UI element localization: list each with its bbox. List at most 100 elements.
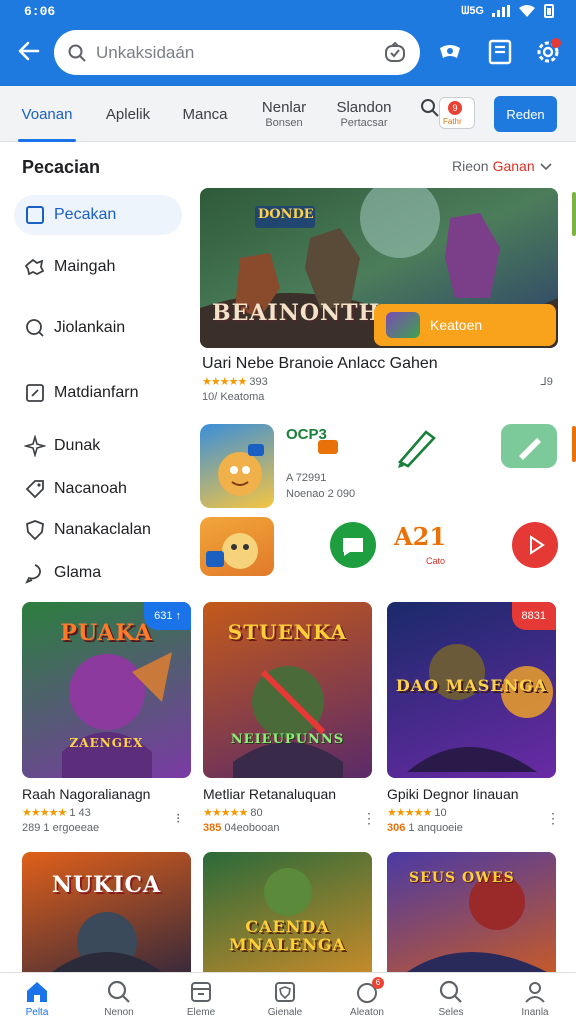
tab-nenlar[interactable]: Nenlar Bonsen — [258, 86, 310, 142]
mid-label-b: Noenao 2 090 — [286, 488, 356, 500]
game-card-2[interactable]: STUENKA NEIEUPUNNS — [203, 602, 372, 778]
tab-aplelik[interactable]: Aplelik — [104, 86, 152, 142]
profile-icon — [525, 982, 545, 1003]
sidebar-item-nanakaclalan[interactable]: Nanakaclalan — [14, 510, 182, 550]
home-icon — [27, 982, 47, 1002]
play-app-button[interactable] — [512, 522, 558, 568]
filter-dropdown[interactable]: Rieon Ganan — [452, 158, 553, 174]
sidebar-item-jiolankain[interactable]: Jiolankain — [14, 308, 182, 348]
tab-voanan[interactable]: Voanan — [18, 86, 76, 142]
notification-count: 9 — [448, 101, 462, 115]
shield-badge-icon — [275, 982, 295, 1002]
featured-more: ᒧ9 — [540, 376, 553, 388]
game-card-art — [264, 868, 312, 916]
edit-square-icon — [26, 384, 44, 402]
check-badge-icon[interactable] — [384, 42, 406, 64]
game-card-1-title[interactable]: Raah Nagoralianagn — [22, 786, 150, 802]
search-bar[interactable] — [54, 30, 420, 75]
game-controller-icon[interactable] — [436, 38, 464, 66]
green-app-button[interactable] — [330, 522, 376, 568]
game-card-6[interactable]: SEUS OWES — [387, 852, 556, 972]
featured-cta-button[interactable]: Keatoen — [374, 304, 556, 346]
card-badge: 8831 — [511, 602, 556, 630]
tab-manca[interactable]: Manca — [178, 86, 232, 142]
app-icon-cartoon-1[interactable] — [200, 424, 274, 508]
play-icon — [530, 535, 545, 555]
game-card-3-sub: 306 1 anquoeie — [387, 822, 463, 834]
tab-search-icon[interactable] — [420, 98, 440, 118]
game-card-2-sub: 385 04eobooan — [203, 822, 280, 834]
pen-draw-icon[interactable] — [396, 426, 442, 468]
game-card-1[interactable]: PUAKA ZAENGEX 631 ↑ — [22, 602, 191, 778]
game-card-3[interactable]: DAO MASENGA 8831 — [387, 602, 556, 778]
tab-slandon[interactable]: Slandon Pertacsar — [332, 86, 396, 142]
game-card-1-sub: 289 1 ergoeeae — [22, 822, 100, 834]
sidebar-item-nacanoah[interactable]: Nacanoah — [14, 469, 182, 509]
battery-icon — [544, 4, 554, 18]
next-banner-peek — [572, 192, 576, 236]
status-time: 6:06 — [24, 4, 56, 19]
card-badge: 631 ↑ — [144, 602, 191, 630]
nav-item-nenon[interactable]: Nenon — [84, 979, 154, 1018]
featured-art-title: BEAINONTH — [212, 300, 381, 326]
featured-subtitle: 10/ Keatoma — [202, 391, 265, 403]
game-card-art — [52, 912, 162, 972]
game-card-3-more-icon[interactable]: ⋮ — [546, 810, 560, 827]
network-label: ᗯ5G — [461, 4, 484, 17]
nav-item-gienale[interactable]: Gienale — [250, 979, 320, 1018]
game-card-4[interactable]: NUKICA — [22, 852, 191, 972]
nav-item-aleaton[interactable]: 6 Aleaton — [332, 977, 402, 1018]
featured-cta-thumbnail — [386, 312, 420, 338]
settings-gear-icon[interactable] — [534, 38, 562, 66]
tag-icon — [25, 480, 44, 499]
library-book-icon[interactable] — [486, 38, 514, 66]
nav-item-inanla[interactable]: Inanla — [500, 979, 570, 1018]
signal-icon — [492, 5, 510, 17]
edit-app-button[interactable] — [501, 424, 557, 468]
search-icon — [68, 44, 86, 62]
sidebar-item-maingah[interactable]: Maingah — [14, 247, 182, 287]
category-tabs: Voanan Aplelik Manca Nenlar Bonsen Slando… — [0, 86, 576, 142]
sidebar-item-glama[interactable]: Glama — [14, 553, 182, 593]
sidebar-item-dunak[interactable]: Dunak — [14, 426, 182, 466]
mid-orange-tag — [318, 440, 338, 454]
game-card-3-title[interactable]: Gpiki Degnor Iinauan — [387, 786, 519, 802]
notification-label: Fathr — [443, 117, 462, 126]
back-arrow-icon[interactable] — [16, 38, 44, 66]
square-icon — [26, 206, 44, 224]
brush-icon — [519, 438, 541, 460]
notification-button[interactable]: 9 Fathr — [439, 97, 475, 129]
game-card-5[interactable]: CAENDA MNALENGA — [203, 852, 372, 972]
mid-label-a: A 72991 — [286, 472, 327, 484]
game-card-1-rating: ★★★★★ 1 43 — [22, 807, 91, 819]
nav-item-pelta[interactable]: Pelta — [2, 979, 72, 1018]
status-bar: 6:06 ᗯ5G — [0, 0, 576, 24]
game-card-1-more-icon[interactable]: ⁝ — [176, 810, 180, 827]
redeem-button[interactable]: Reden — [494, 96, 557, 132]
nav-item-eleme[interactable]: Eleme — [166, 979, 236, 1018]
sidebar-title: Pecacian — [22, 157, 101, 177]
game-card-2-title[interactable]: Metliar Retanaluquan — [203, 786, 336, 802]
sidebar-item-pecakan[interactable]: Pecakan — [14, 195, 182, 235]
search-alt-icon — [439, 980, 462, 1003]
puzzle-icon — [24, 258, 45, 276]
mid-logo-sub: Cato — [426, 556, 446, 566]
next-icon-peek — [572, 426, 576, 462]
nav-badge: 6 — [372, 977, 384, 989]
inbox-icon — [191, 982, 211, 1002]
chevron-down-icon — [540, 163, 552, 171]
game-card-3-rating: ★★★★★ 10 — [387, 807, 447, 819]
app-icon-cartoon-2[interactable] — [200, 517, 274, 576]
chat-bubble-icon — [25, 564, 41, 584]
search-circle-icon — [26, 319, 44, 337]
featured-logo: DONDE — [258, 207, 314, 222]
featured-title[interactable]: Uari Nebe Branoie Anlacc Gahen — [202, 355, 438, 373]
search-input[interactable] — [96, 42, 366, 63]
sidebar-item-matdianfarn[interactable]: Matdianfarn — [14, 373, 182, 413]
shield-icon — [26, 520, 44, 541]
bottom-navigation: Pelta Nenon Eleme Gienale 6 Aleaton Sele… — [0, 972, 576, 1024]
top-app-bar: 6:06 ᗯ5G — [0, 0, 576, 86]
game-card-2-more-icon[interactable]: ⋮ — [362, 810, 376, 827]
nav-item-seles[interactable]: Seles — [416, 979, 486, 1018]
sparkle-icon — [24, 435, 46, 457]
